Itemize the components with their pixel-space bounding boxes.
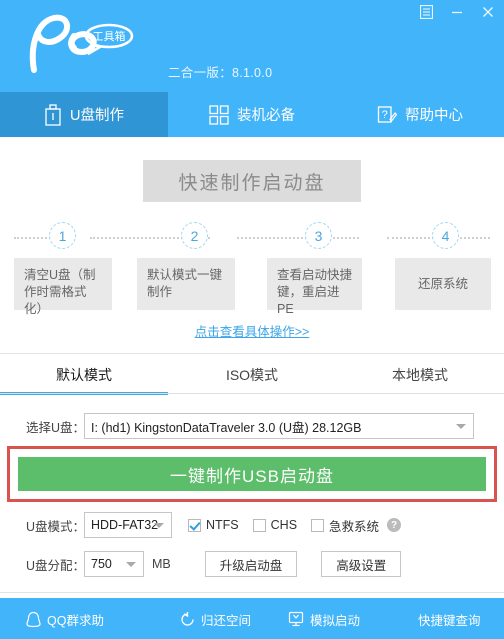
section-divider-bottom <box>0 592 504 593</box>
step-number: 1 <box>58 227 67 244</box>
step-number: 4 <box>441 227 450 244</box>
usb-mode-row: U盘模式： HDD-FAT32 NTFS CHS 急救系统 ? <box>0 512 504 538</box>
footer-qq-help[interactable]: QQ群求助 <box>26 608 104 630</box>
mode-tabs: 默认模式 ISO模式 本地模式 <box>0 355 504 395</box>
footer-item-label: 归还空间 <box>201 613 252 628</box>
footer-simulate-boot[interactable]: 模拟启动 <box>288 608 360 630</box>
usb-mode-label: U盘模式： <box>26 519 86 534</box>
status-bar: QQ群求助 归还空间 模拟启动 快捷键查询 <box>0 598 504 639</box>
step-label-3[interactable]: 查看启动快捷键，重启进PE <box>267 258 362 316</box>
checkbox-box <box>252 518 266 532</box>
upgrade-boot-disk-button[interactable]: 升级启动盘 <box>204 551 298 577</box>
svg-text:?: ? <box>382 109 388 121</box>
help-page-icon: ? <box>377 105 397 125</box>
chs-checkbox[interactable]: CHS <box>252 518 298 532</box>
advanced-settings-button[interactable]: 高级设置 <box>321 551 402 577</box>
step-circle-2: 2 <box>181 222 208 249</box>
step-circle-1: 1 <box>49 222 76 249</box>
nav-tab-usb-make[interactable]: U盘制作 <box>0 92 168 137</box>
app-logo: 工具箱 <box>14 8 144 78</box>
usb-allocation-label: U盘分配： <box>26 558 86 573</box>
pe-toolbox-window: 工具箱 二合一版：8.1.0.0 U盘制作 装机必备 ? 帮助中心 快速制作启动… <box>0 0 504 639</box>
step-label-1[interactable]: 清空U盘（制作时需格式化） <box>14 258 112 316</box>
allocation-unit-label: MB <box>152 557 171 571</box>
chevron-down-icon <box>126 562 136 567</box>
menu-button[interactable] <box>416 3 436 21</box>
window-header: 工具箱 二合一版：8.1.0.0 <box>0 0 504 92</box>
footer-hotkey-lookup[interactable]: 快捷键查询 <box>418 608 481 630</box>
footer-restore-space[interactable]: 归还空间 <box>180 608 251 630</box>
chevron-down-icon <box>456 424 466 429</box>
mode-tabs-underline <box>0 393 504 394</box>
mode-tab-label: ISO模式 <box>225 366 279 383</box>
usb-drive-icon <box>44 103 62 126</box>
footer-item-label: 快捷键查询 <box>418 613 481 628</box>
checkbox-label: NTFS <box>206 518 239 532</box>
minimize-button[interactable] <box>447 3 467 21</box>
step-label-2[interactable]: 默认模式一键制作 <box>137 258 235 310</box>
close-button[interactable] <box>478 3 498 21</box>
chevron-down-icon <box>154 523 164 528</box>
step-labels: 清空U盘（制作时需格式化） 默认模式一键制作 查看启动快捷键，重启进PE 还原系… <box>0 258 504 316</box>
rescue-system-checkbox[interactable]: 急救系统 <box>311 516 379 535</box>
mode-tab-local[interactable]: 本地模式 <box>336 355 504 394</box>
mode-tab-iso[interactable]: ISO模式 <box>168 355 336 394</box>
usb-allocation-row: U盘分配： 750 MB 升级启动盘 高级设置 <box>0 550 504 578</box>
nav-tab-help-center[interactable]: ? 帮助中心 <box>336 92 504 137</box>
qq-penguin-icon <box>26 611 41 628</box>
usb-select-row: 选择U盘： I: (hd1) KingstonDataTraveler 3.0 … <box>0 412 504 440</box>
footer-item-label: 模拟启动 <box>310 613 361 628</box>
checkbox-box <box>311 518 325 532</box>
allocation-size-value: 750 <box>91 557 112 571</box>
help-question-icon[interactable]: ? <box>387 518 402 532</box>
checkbox-label: 急救系统 <box>329 519 380 534</box>
checkbox-label: CHS <box>270 518 298 532</box>
allocation-size-dropdown[interactable]: 750 <box>84 551 144 577</box>
step-number: 3 <box>314 227 323 244</box>
mode-tab-label: 本地模式 <box>392 366 448 383</box>
monitor-icon <box>288 611 304 627</box>
step-connector <box>237 237 359 239</box>
mode-tab-default[interactable]: 默认模式 <box>0 355 168 395</box>
section-divider-top <box>0 353 504 354</box>
usb-select-dropdown[interactable]: I: (hd1) KingstonDataTraveler 3.0 (U盘) 2… <box>84 413 474 439</box>
chevron-right-icon <box>383 167 397 195</box>
logo-tag-text: 工具箱 <box>93 29 126 43</box>
step-indicator: 1 2 3 4 <box>0 222 504 254</box>
usb-select-label: 选择U盘： <box>26 420 86 435</box>
step-circle-4: 4 <box>432 222 459 249</box>
step-circle-3: 3 <box>305 222 332 249</box>
footer-item-label: QQ群求助 <box>47 613 104 628</box>
nav-tab-label: U盘制作 <box>70 108 124 124</box>
nav-tab-label: 装机必备 <box>237 108 295 124</box>
step-label-4[interactable]: 还原系统 <box>395 258 491 310</box>
make-usb-boot-disk-button[interactable]: 一键制作USB启动盘 <box>18 457 486 491</box>
view-details-link[interactable]: 点击查看具体操作>> <box>0 321 504 340</box>
nav-tab-label: 帮助中心 <box>405 108 463 124</box>
restore-circle-icon <box>180 611 195 627</box>
nav-divider <box>0 137 504 139</box>
banner-area: 快速制作启动盘 <box>0 160 504 202</box>
window-controls <box>416 3 498 21</box>
grid-apps-icon <box>209 104 229 125</box>
version-text: 二合一版：8.1.0.0 <box>168 66 273 80</box>
banner-ribbon: 快速制作启动盘 <box>143 160 361 202</box>
step-number: 2 <box>190 227 199 244</box>
ntfs-checkbox[interactable]: NTFS <box>188 518 239 532</box>
mode-tab-label: 默认模式 <box>56 366 112 383</box>
checkbox-box <box>188 518 201 532</box>
chevron-left-icon <box>107 167 121 195</box>
nav-tab-essentials[interactable]: 装机必备 <box>168 92 336 137</box>
usb-mode-value: HDD-FAT32 <box>91 518 159 532</box>
banner-title: 快速制作启动盘 <box>178 172 326 194</box>
usb-select-value: I: (hd1) KingstonDataTraveler 3.0 (U盘) 2… <box>91 420 362 435</box>
main-nav: U盘制作 装机必备 ? 帮助中心 <box>0 92 504 137</box>
usb-mode-dropdown[interactable]: HDD-FAT32 <box>84 512 172 538</box>
